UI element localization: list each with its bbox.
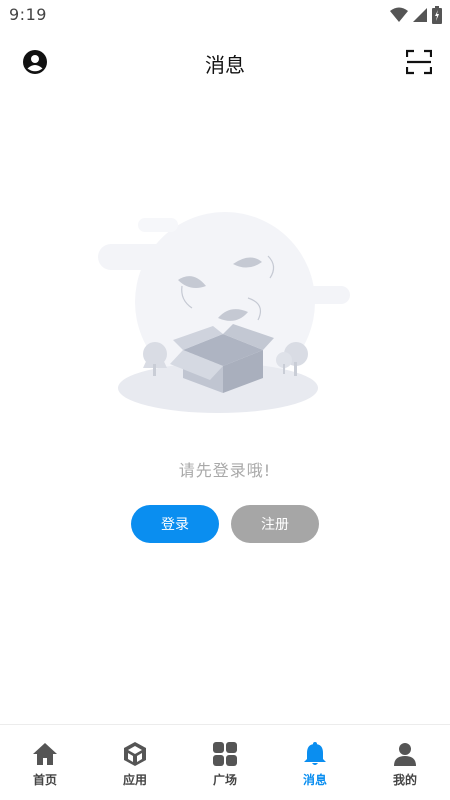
- status-time: 9:19: [9, 5, 47, 24]
- grid-icon: [212, 741, 238, 767]
- wifi-icon: [390, 7, 408, 22]
- cell-signal-icon: [413, 8, 427, 22]
- tab-profile[interactable]: 我的: [360, 725, 450, 800]
- tab-profile-label: 我的: [392, 773, 417, 787]
- register-button[interactable]: 注册: [231, 505, 319, 543]
- tab-square[interactable]: 广场: [180, 725, 270, 800]
- empty-message: 请先登录哦!: [178, 461, 272, 480]
- login-button[interactable]: 登录: [131, 505, 219, 543]
- tab-home[interactable]: 首页: [0, 725, 90, 800]
- tab-messages[interactable]: 消息: [270, 725, 360, 800]
- tab-home-label: 首页: [32, 773, 57, 787]
- status-bar: 9:19: [0, 0, 450, 30]
- bell-icon: [302, 741, 328, 767]
- bottom-tab-bar: 首页 应用 广场 消息 我的: [0, 724, 450, 800]
- tab-square-label: 广场: [212, 773, 237, 787]
- battery-icon: [432, 6, 442, 24]
- cube-icon: [122, 741, 148, 767]
- tab-apps[interactable]: 应用: [90, 725, 180, 800]
- app-header: 消息: [0, 38, 450, 86]
- status-icons: [390, 6, 442, 24]
- home-icon: [32, 741, 58, 767]
- user-icon: [392, 741, 418, 767]
- scan-button[interactable]: [405, 49, 433, 75]
- tab-messages-label: 消息: [302, 773, 327, 787]
- page-title: 消息: [205, 53, 245, 77]
- scan-icon: [405, 49, 433, 75]
- empty-box-illustration: [98, 208, 352, 423]
- tab-apps-label: 应用: [122, 773, 147, 787]
